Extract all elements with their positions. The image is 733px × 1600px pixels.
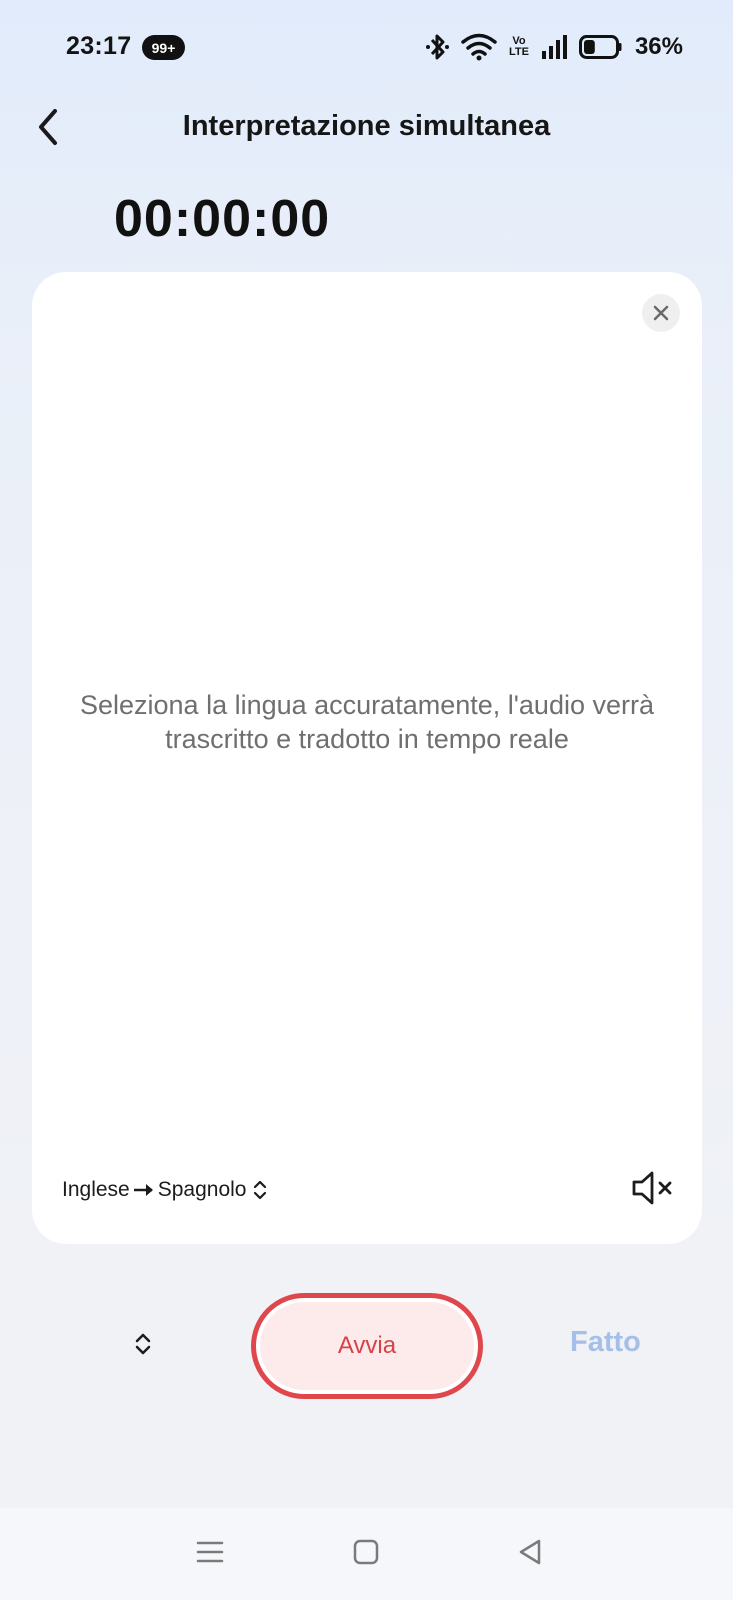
nav-back-button[interactable]	[510, 1532, 550, 1572]
source-language: Inglese	[62, 1178, 130, 1201]
arrow-right-icon	[133, 1184, 153, 1196]
wifi-icon	[461, 33, 497, 61]
language-selector[interactable]: Inglese Spagnolo	[62, 1178, 268, 1202]
transcript-card: Seleziona la lingua accuratamente, l'aud…	[32, 272, 702, 1244]
volte-label-bottom: LTE	[508, 46, 529, 58]
speaker-muted-icon[interactable]	[630, 1168, 676, 1208]
chevron-up-down-icon	[135, 1333, 151, 1355]
signal-icon	[541, 35, 567, 59]
notification-badge: 99+	[142, 35, 185, 60]
bluetooth-icon	[425, 34, 449, 60]
start-button-label: Avvia	[260, 1302, 474, 1390]
target-language: Spagnolo	[157, 1178, 247, 1201]
menu-icon	[196, 1541, 224, 1563]
status-icons: Vo LTE 36%	[425, 30, 683, 64]
swap-button[interactable]	[128, 1324, 158, 1364]
nav-home-button[interactable]	[346, 1532, 386, 1572]
battery-icon	[578, 35, 622, 59]
start-button[interactable]: Avvia	[251, 1293, 483, 1399]
header: Interpretazione simultanea	[0, 96, 733, 160]
page-title: Interpretazione simultanea	[182, 110, 551, 142]
bottom-controls: Avvia Fatto	[0, 1290, 733, 1400]
nav-menu-button[interactable]	[190, 1532, 230, 1572]
system-nav-bar	[0, 1508, 733, 1600]
recording-timer-row: 00:00:00	[30, 184, 330, 254]
done-button[interactable]: Fatto	[570, 1326, 641, 1359]
home-square-icon	[353, 1539, 379, 1565]
status-bar: 23:17 99+ Vo LTE 36%	[0, 0, 733, 96]
recording-timer: 00:00:00	[114, 190, 331, 248]
transcript-hint: Seleziona la lingua accuratamente, l'aud…	[79, 690, 654, 754]
chevron-up-down-icon	[254, 1180, 267, 1200]
status-time: 23:17	[66, 32, 132, 60]
back-triangle-icon	[519, 1539, 541, 1565]
battery-percent: 36%	[634, 33, 683, 60]
close-button[interactable]	[642, 294, 680, 332]
volte-indicator: Vo LTE	[507, 36, 531, 58]
audio-waveform-icon	[32, 198, 89, 240]
close-icon	[653, 305, 669, 321]
